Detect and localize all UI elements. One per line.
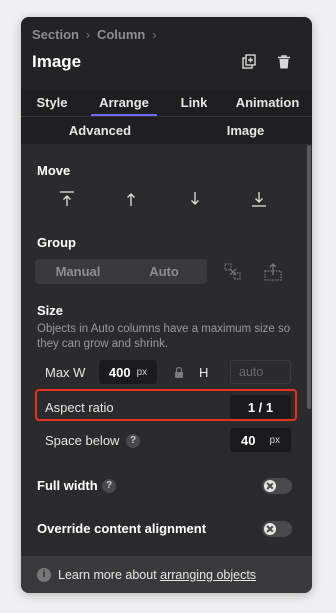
group-auto-option[interactable]: Auto	[121, 259, 207, 284]
toggle-knob	[264, 523, 276, 535]
breadcrumb-column[interactable]: Column	[97, 27, 145, 42]
aspect-ratio-label: Aspect ratio	[45, 400, 114, 415]
page-title: Image	[32, 52, 82, 71]
move-top-icon[interactable]	[57, 189, 77, 209]
group-mode-segmented: Manual Auto	[35, 259, 207, 284]
aspect-ratio-input[interactable]: 1 / 1	[230, 395, 291, 419]
tab-image[interactable]: Image	[179, 117, 312, 144]
size-label: Size	[37, 303, 64, 318]
full-width-toggle[interactable]	[262, 478, 292, 494]
trash-icon[interactable]	[275, 53, 293, 71]
space-below-help-icon[interactable]: ?	[126, 434, 140, 448]
scrollbar-thumb[interactable]	[307, 145, 311, 409]
height-input[interactable]: auto	[230, 360, 291, 384]
panel-header: Section › Column › Image	[21, 17, 312, 89]
move-up-icon[interactable]	[121, 189, 141, 209]
breadcrumb-section[interactable]: Section	[32, 27, 79, 42]
tab-arrange[interactable]: Arrange	[83, 89, 165, 116]
lock-icon[interactable]	[173, 366, 185, 379]
max-width-unit: px	[136, 366, 148, 378]
full-width-label: Full width	[37, 478, 98, 493]
max-width-label: Max W	[45, 365, 86, 380]
override-alignment-label: Override content alignment	[37, 521, 207, 536]
size-description: Objects in Auto columns have a maximum s…	[37, 323, 291, 350]
tab-style[interactable]: Style	[21, 89, 83, 116]
help-footer: i Learn more about arranging objects	[21, 556, 312, 593]
info-icon: i	[37, 567, 51, 582]
breadcrumb-separator: ›	[152, 27, 157, 42]
breadcrumb-separator: ›	[85, 27, 90, 42]
aspect-ratio-value: 1 / 1	[247, 399, 274, 415]
inspector-panel: Section › Column › Image Style Arrange L…	[21, 17, 312, 593]
tab-animation[interactable]: Animation	[223, 89, 312, 116]
duplicate-icon[interactable]	[240, 53, 258, 71]
footer-text: Learn more about arranging objects	[58, 568, 256, 582]
space-below-label: Space below	[45, 433, 120, 448]
override-alignment-toggle[interactable]	[262, 521, 292, 537]
space-below-value: 40	[240, 432, 256, 448]
breadcrumb: Section › Column ›	[32, 27, 163, 42]
move-label: Move	[37, 163, 71, 178]
group-manual-option[interactable]: Manual	[35, 259, 121, 284]
tab-link[interactable]: Link	[165, 89, 223, 116]
max-width-input[interactable]: 400 px	[99, 360, 157, 384]
footer-prefix: Learn more about	[58, 567, 161, 582]
secondary-tabs: Advanced Image	[21, 116, 312, 144]
toggle-knob	[264, 480, 276, 492]
group-label: Group	[37, 235, 76, 250]
space-below-input[interactable]: 40 px	[230, 428, 291, 452]
height-label: H	[199, 365, 209, 380]
max-width-value: 400	[108, 364, 131, 380]
height-placeholder: auto	[239, 365, 264, 379]
move-down-icon[interactable]	[185, 189, 205, 209]
full-width-help-icon[interactable]: ?	[102, 479, 116, 493]
move-bottom-icon[interactable]	[249, 189, 269, 209]
export-icon[interactable]	[263, 262, 283, 282]
arranging-objects-link[interactable]: arranging objects	[160, 568, 256, 582]
primary-tabs: Style Arrange Link Animation	[21, 89, 312, 116]
ungroup-icon[interactable]	[223, 262, 243, 282]
space-below-unit: px	[269, 434, 281, 446]
tab-advanced[interactable]: Advanced	[21, 117, 179, 144]
